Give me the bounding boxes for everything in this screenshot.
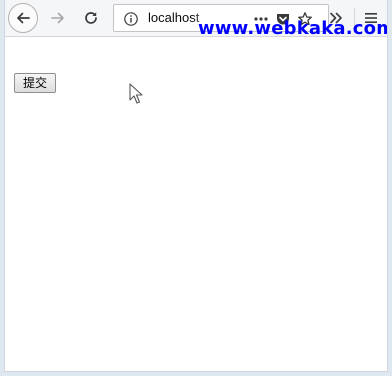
- back-button[interactable]: [8, 3, 38, 33]
- page-content: 提交: [5, 37, 387, 371]
- browser-window: localhost 提交 www.webkaka.com: [4, 0, 388, 372]
- submit-button[interactable]: 提交: [14, 73, 57, 93]
- reload-button[interactable]: [78, 5, 104, 31]
- watermark-text: www.webkaka.com: [198, 18, 388, 39]
- info-icon[interactable]: [123, 11, 139, 27]
- back-arrow-icon: [15, 10, 31, 26]
- reload-icon: [83, 10, 99, 26]
- forward-button[interactable]: [45, 5, 71, 31]
- mouse-cursor-icon: [129, 83, 145, 105]
- forward-arrow-icon: [50, 10, 66, 26]
